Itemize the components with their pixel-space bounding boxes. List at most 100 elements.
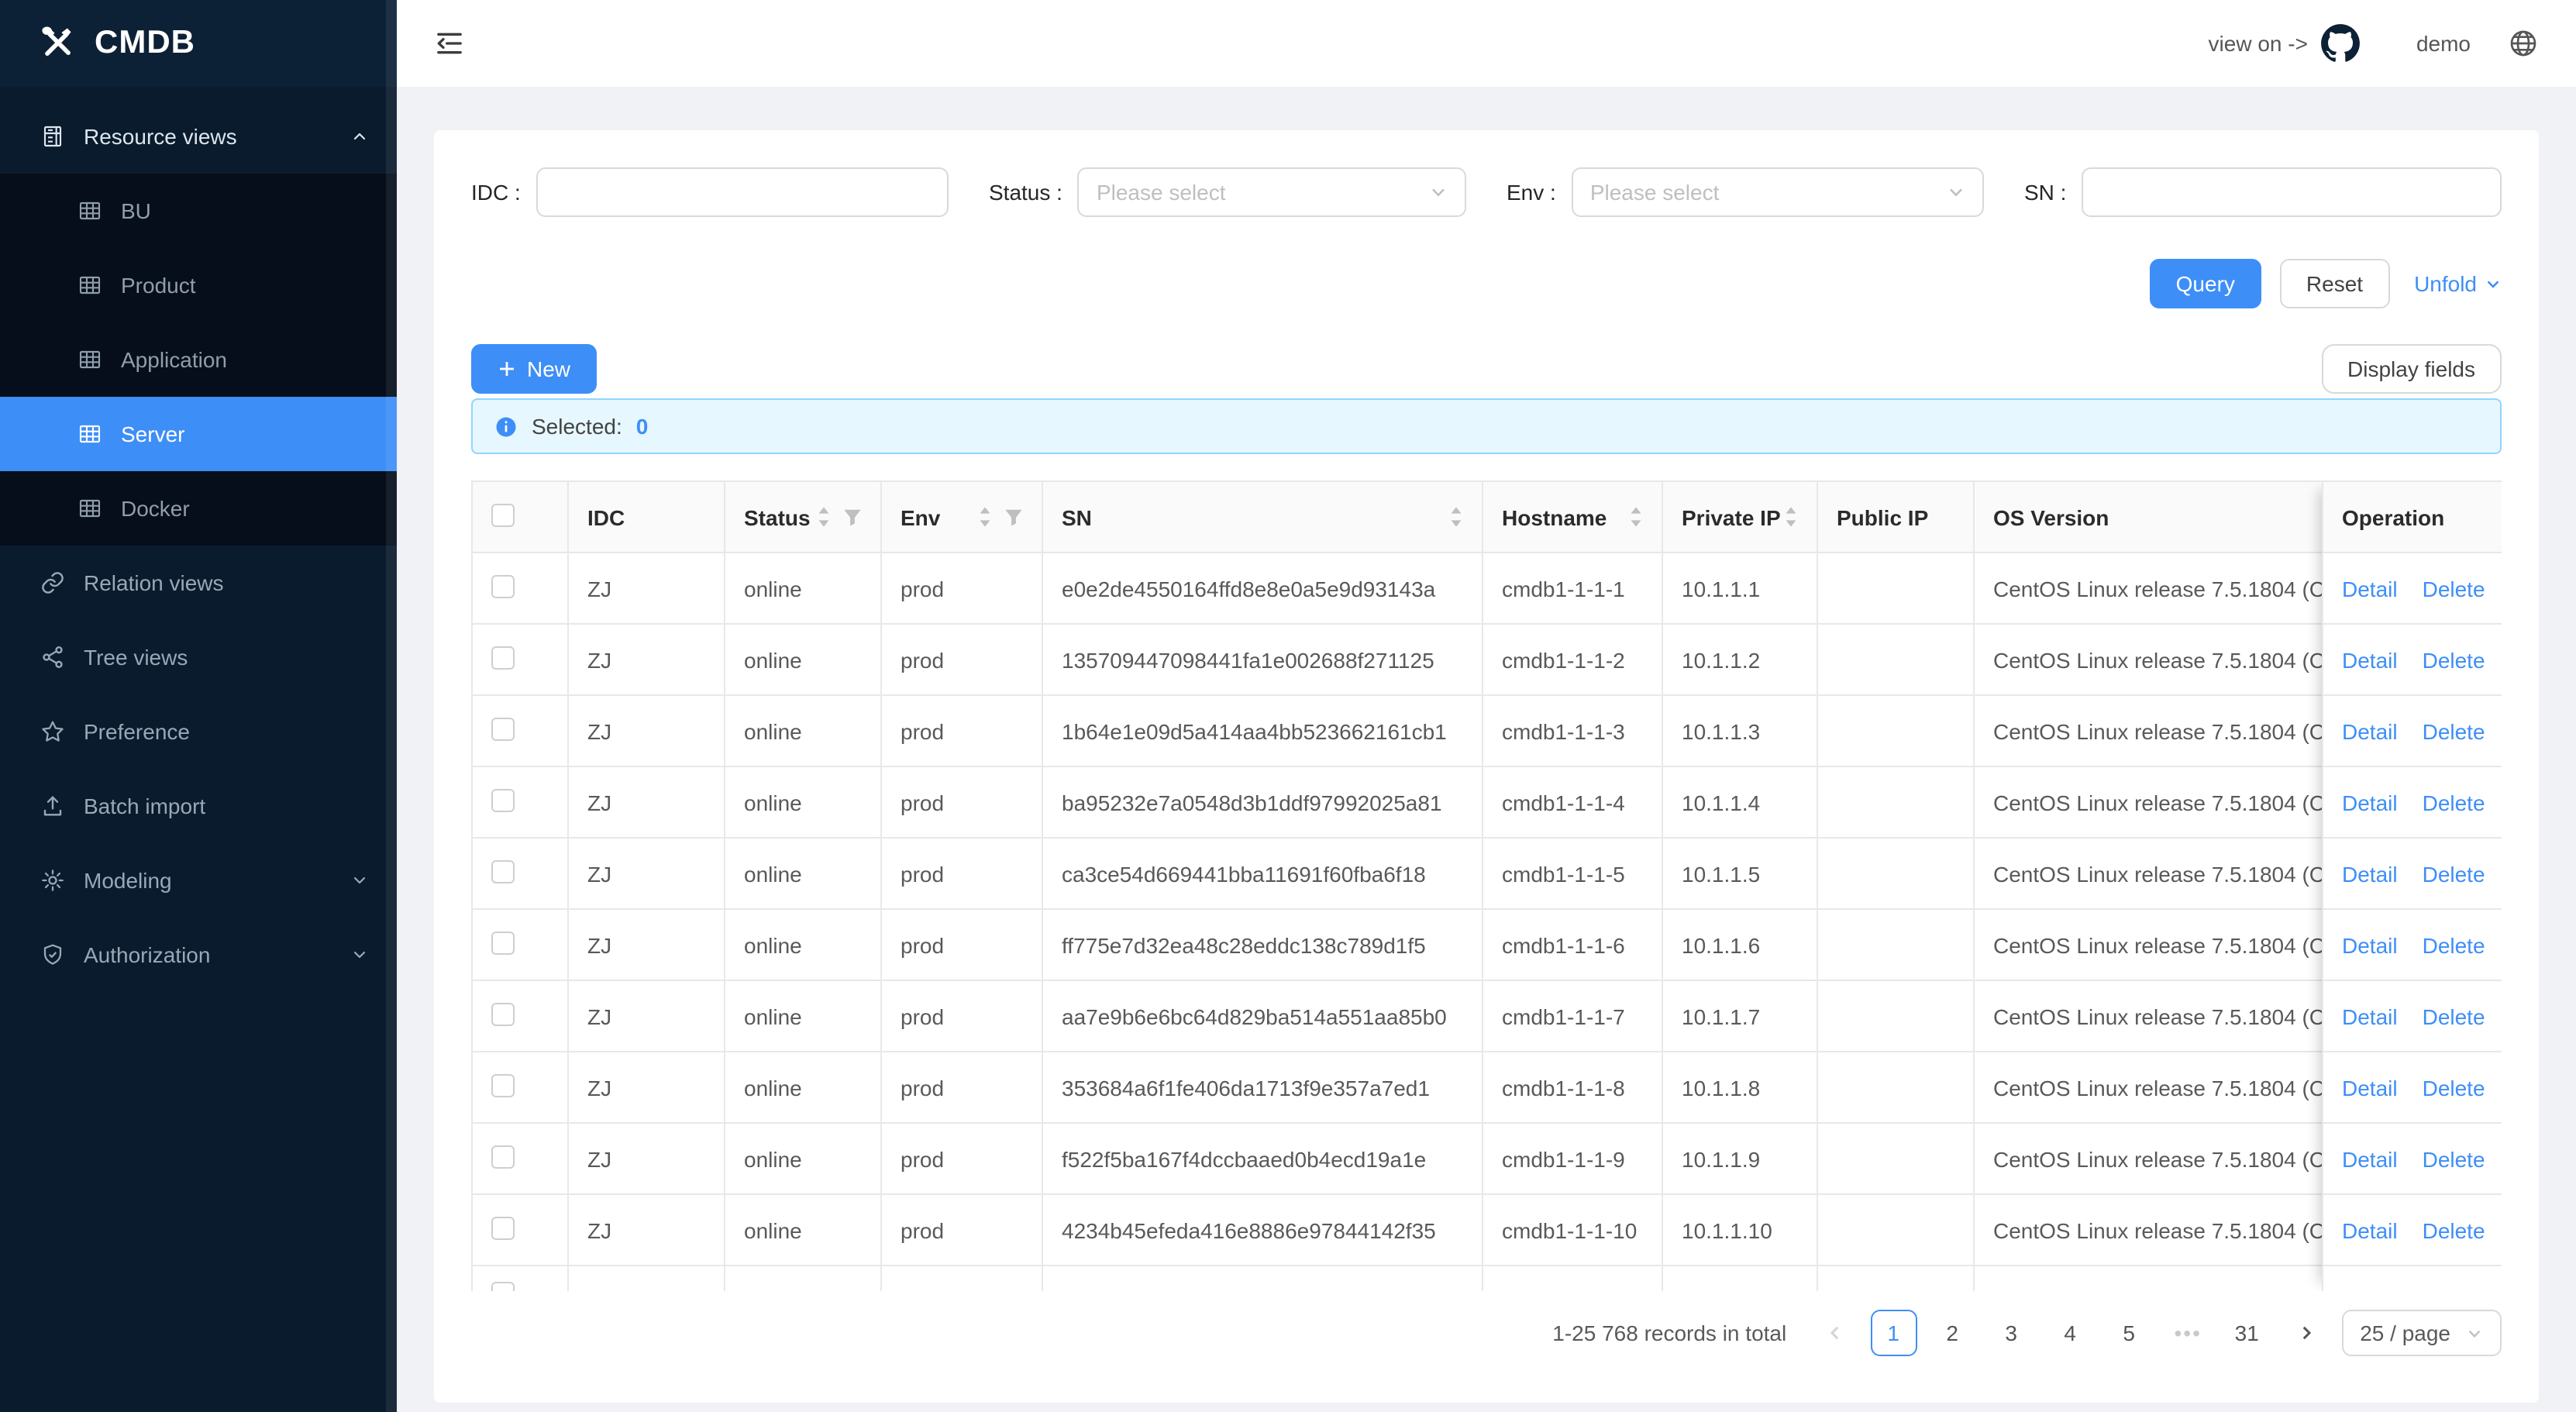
globe-icon[interactable] (2508, 28, 2539, 59)
status-select[interactable]: Please select (1078, 167, 1466, 217)
cell-public-ip (1818, 767, 1975, 839)
row-checkbox[interactable] (491, 931, 515, 954)
page-button-1[interactable]: 1 (1870, 1310, 1917, 1356)
page-button-31[interactable]: 31 (2223, 1310, 2270, 1356)
sidebar-item-label: Product (121, 273, 369, 298)
delete-link[interactable]: Delete (2423, 1146, 2485, 1171)
cell-private-ip: 10.1.1.3 (1663, 696, 1818, 767)
row-checkbox[interactable] (491, 788, 515, 811)
cell-public-ip (1818, 1195, 1975, 1266)
selected-alert: Selected: 0 (471, 398, 2502, 454)
row-checkbox[interactable] (491, 859, 515, 883)
query-button[interactable]: Query (2150, 259, 2261, 308)
sorter-icon (817, 507, 831, 527)
page-ellipsis[interactable]: ••• (2164, 1310, 2211, 1356)
sidebar-item-label: Authorization (84, 942, 332, 967)
reset-button[interactable]: Reset (2280, 259, 2389, 308)
sn-input[interactable] (2082, 167, 2502, 217)
env-select[interactable]: Please select (1572, 167, 1984, 217)
delete-link[interactable]: Delete (2423, 1004, 2485, 1028)
table-row: ZJonlineprodca3ce54d669441bba11691f60fba… (473, 839, 2502, 910)
sidebar-item-preference[interactable]: Preference (0, 694, 397, 769)
cell-idc: ZJ (569, 696, 725, 767)
detail-link[interactable]: Detail (2342, 1004, 2398, 1028)
prev-page-button[interactable] (1811, 1310, 1858, 1356)
delete-link[interactable]: Delete (2423, 576, 2485, 601)
page-button-3[interactable]: 3 (1988, 1310, 2034, 1356)
cell-hostname: cmdb1-1-1-6 (1483, 910, 1663, 981)
operation-cell: Detail Delete (2323, 839, 2502, 910)
detail-link[interactable]: Detail (2342, 718, 2398, 743)
sidebar-item-server[interactable]: Server (0, 397, 397, 471)
col-title: Env (901, 505, 978, 529)
cell-idc: ZJ (569, 1052, 725, 1124)
delete-link[interactable]: Delete (2423, 932, 2485, 957)
new-button[interactable]: New (471, 344, 597, 394)
page-button-2[interactable]: 2 (1929, 1310, 1975, 1356)
table-row: ZJonlineprodf522f5ba167f4dccbaaed0b4ecd1… (473, 1124, 2502, 1195)
page-button-4[interactable]: 4 (2047, 1310, 2093, 1356)
delete-link[interactable]: Delete (2423, 1217, 2485, 1242)
delete-link[interactable]: Delete (2423, 1075, 2485, 1100)
chevron-down-icon (350, 871, 369, 890)
sidebar-item-relation-views[interactable]: Relation views (0, 546, 397, 620)
sidebar-item-resource-views[interactable]: Resource views (0, 99, 397, 174)
row-checkbox[interactable] (491, 1002, 515, 1025)
col-header-private_ip[interactable]: Private IP (1663, 482, 1818, 553)
detail-link[interactable]: Detail (2342, 1217, 2398, 1242)
table-icon (77, 422, 102, 446)
detail-link[interactable]: Detail (2342, 790, 2398, 814)
cell-hostname: cmdb1-1-1-7 (1483, 981, 1663, 1052)
logo[interactable]: CMDB (0, 0, 397, 87)
filter-icon (1004, 508, 1023, 526)
page-size-select[interactable]: 25 / page (2341, 1310, 2502, 1356)
row-checkbox[interactable] (491, 1145, 515, 1168)
detail-link[interactable]: Detail (2342, 1146, 2398, 1171)
row-checkbox[interactable] (491, 574, 515, 598)
idc-input[interactable] (536, 167, 949, 217)
cell-sn: ca3ce54d669441bba11691f60fba6f18 (1043, 839, 1483, 910)
unfold-link[interactable]: Unfold (2414, 271, 2502, 296)
next-page-button[interactable] (2282, 1310, 2329, 1356)
row-checkbox[interactable] (491, 1073, 515, 1097)
sidebar-item-docker[interactable]: Docker (0, 471, 397, 546)
cell-checkbox (473, 839, 569, 910)
detail-link[interactable]: Detail (2342, 576, 2398, 601)
row-checkbox[interactable] (491, 1216, 515, 1239)
row-checkbox[interactable] (491, 1282, 515, 1291)
sidebar-item-modeling[interactable]: Modeling (0, 843, 397, 918)
sidebar-item-application[interactable]: Application (0, 322, 397, 397)
detail-link[interactable]: Detail (2342, 1075, 2398, 1100)
page-button-5[interactable]: 5 (2106, 1310, 2152, 1356)
sidebar-item-product[interactable]: Product (0, 248, 397, 322)
page-size-value: 25 / page (2360, 1321, 2450, 1345)
display-fields-button[interactable]: Display fields (2321, 344, 2502, 394)
detail-link[interactable]: Detail (2342, 647, 2398, 672)
sidebar-item-batch-import[interactable]: Batch import (0, 769, 397, 843)
view-on-github-link[interactable]: view on -> (2209, 23, 2361, 64)
delete-link[interactable]: Delete (2423, 647, 2485, 672)
select-all-checkbox[interactable] (491, 503, 515, 526)
menu-fold-icon[interactable] (434, 28, 465, 59)
plus-icon (498, 360, 516, 378)
col-header-hostname[interactable]: Hostname (1483, 482, 1663, 553)
cell-idc: ZJ (569, 625, 725, 696)
col-header-sn[interactable]: SN (1043, 482, 1483, 553)
table-row: ZJonlineprod4234b45efeda416e8886e9784414… (473, 1195, 2502, 1266)
row-checkbox[interactable] (491, 717, 515, 740)
delete-link[interactable]: Delete (2423, 718, 2485, 743)
row-checkbox[interactable] (491, 646, 515, 669)
sidebar-item-authorization[interactable]: Authorization (0, 918, 397, 992)
username[interactable]: demo (2416, 31, 2471, 56)
col-header-env[interactable]: Env (882, 482, 1043, 553)
sidebar-item-bu[interactable]: BU (0, 174, 397, 248)
cell-private-ip: 10.1.1.1 (1663, 553, 1818, 625)
table-row: ZJonlineprod353684a6f1fe406da1713f9e357a… (473, 1052, 2502, 1124)
delete-link[interactable]: Delete (2423, 861, 2485, 886)
detail-link[interactable]: Detail (2342, 932, 2398, 957)
delete-link[interactable]: Delete (2423, 790, 2485, 814)
detail-link[interactable]: Detail (2342, 861, 2398, 886)
sidebar-item-tree-views[interactable]: Tree views (0, 620, 397, 694)
col-header-status[interactable]: Status (725, 482, 882, 553)
server-list-card: IDC : Status : Please select Env (434, 130, 2539, 1403)
